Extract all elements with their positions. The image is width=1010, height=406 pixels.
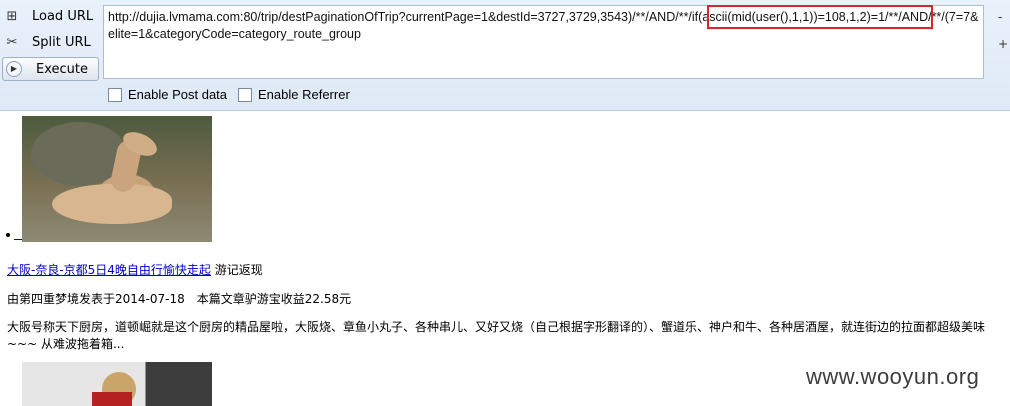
article-meta: 由第四重梦境发表于2014-07-18 本篇文章驴游宝收益22.58元	[7, 292, 352, 306]
article-title-suffix: 游记返现	[214, 263, 263, 277]
second-photo[interactable]	[22, 362, 212, 406]
article-description: 大阪号称天下厨房，道顿崛就是这个厨房的精品屋啦，大阪烧、章鱼小丸子、各种串儿、又…	[7, 320, 986, 351]
load-url-button[interactable]: ⊞ Load URL	[0, 5, 100, 29]
split-url-button[interactable]: ✂ Split URL	[0, 31, 100, 55]
load-url-label: Load URL	[32, 9, 94, 24]
page-content: 大阪-奈良-京都5日4晚自由行愉快走起 游记返现 由第四重梦境发表于2014-0…	[0, 111, 1010, 406]
image-link-underline	[14, 239, 22, 240]
list-bullet	[6, 233, 10, 237]
checkbox-box[interactable]	[238, 88, 252, 102]
play-icon: ▶	[6, 61, 22, 77]
hackbar-panel: ⊞ Load URL ✂ Split URL ▶ Execute http://…	[0, 0, 1010, 111]
enable-post-data-label: Enable Post data	[128, 87, 228, 102]
split-url-label: Split URL	[32, 35, 91, 50]
shrink-button[interactable]: -	[998, 10, 1002, 24]
checkbox-box[interactable]	[108, 88, 122, 102]
deer-body-shape	[52, 184, 172, 224]
execute-button[interactable]: ▶ Execute	[2, 57, 99, 81]
expand-button[interactable]: +	[998, 37, 1008, 51]
payload-highlight-box	[707, 5, 933, 29]
red-object-shape	[92, 392, 132, 406]
deer-photo[interactable]	[22, 116, 212, 242]
article-title-link[interactable]: 大阪-奈良-京都5日4晚自由行愉快走起	[7, 263, 211, 277]
enable-referrer-label: Enable Referrer	[258, 87, 350, 102]
execute-label: Execute	[36, 62, 88, 77]
scissors-icon: ✂	[6, 35, 18, 50]
load-url-icon: ⊞	[6, 9, 18, 24]
watermark: www.wooyun.org	[806, 364, 980, 389]
article-title-row: 大阪-奈良-京都5日4晚自由行愉快走起 游记返现	[7, 261, 263, 278]
